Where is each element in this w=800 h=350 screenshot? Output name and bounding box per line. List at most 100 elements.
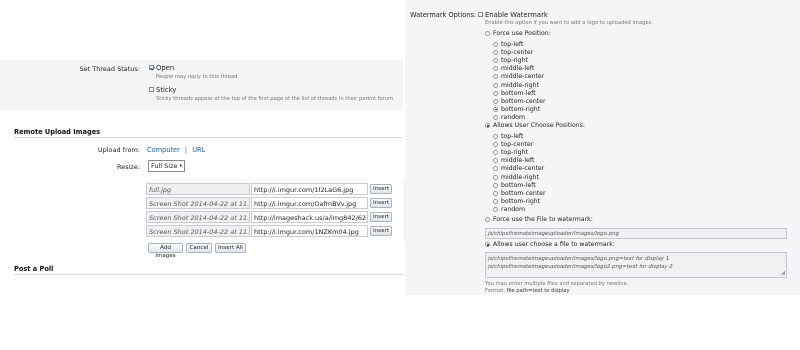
watermark-options-label: Watermark Options:	[410, 11, 477, 19]
position-label: bottom-right	[501, 197, 541, 205]
format-hint-value: file path=text to display	[506, 288, 570, 294]
position-label: random	[501, 205, 525, 213]
allow-file-label: Allows user choose a file to watermark:	[493, 241, 615, 248]
position-radio-bottom-center[interactable]	[493, 98, 498, 104]
position-radio-top-center[interactable]	[493, 142, 498, 148]
textarea-line: js/chipsf/remoteimageuploader/images/log…	[488, 264, 673, 270]
position-radio-bottom-left[interactable]	[493, 90, 498, 96]
position-label: middle-right	[501, 173, 539, 181]
position-label: bottom-center	[501, 97, 546, 105]
position-label: middle-center	[501, 165, 545, 173]
add-images-button[interactable]: Add Images	[148, 243, 183, 259]
position-label: bottom-center	[501, 189, 546, 197]
position-radio-top-right[interactable]	[493, 58, 498, 64]
upload-source-links: Computer | URL	[147, 146, 205, 154]
file-url-field[interactable]: http://imageshack.us/a/img842/6279/qk	[251, 211, 368, 223]
position-label: middle-center	[501, 73, 545, 81]
position-radio-middle-center[interactable]	[493, 166, 498, 172]
poll-header: Post a Poll	[14, 265, 54, 273]
position-label: bottom-left	[501, 89, 536, 97]
insert-button[interactable]: Insert	[370, 226, 392, 236]
position-radio-middle-center[interactable]	[493, 74, 498, 80]
position-label: bottom-left	[501, 181, 536, 189]
allow-choose-positions-radio[interactable]	[485, 123, 490, 128]
remote-upload-header: Remote Upload Images	[14, 128, 101, 136]
insert-all-button[interactable]: Insert All	[215, 243, 246, 253]
file-name-field[interactable]: Screen Shot 2014-04-22 at 11.03.59...	[146, 197, 250, 209]
top-blank	[0, 0, 403, 60]
position-label: top-center	[501, 49, 534, 57]
allow-choose-positions-label: Allows User Choose Positions:	[493, 122, 585, 129]
open-desc: People may reply to this thread	[156, 74, 238, 80]
format-hint: Format: file path=text to display	[485, 288, 570, 294]
enable-watermark-desc: Enable this option if you want to add a …	[485, 20, 653, 26]
force-file-input[interactable]: js/chipsf/remoteimageuploader/images/log…	[485, 228, 787, 239]
allow-file-radio[interactable]	[485, 242, 490, 247]
position-label: random	[501, 113, 525, 121]
position-radio-bottom-left[interactable]	[493, 182, 498, 188]
thread-status-label: Set Thread Status:	[79, 65, 140, 73]
chevron-down-icon: ▾	[179, 163, 182, 169]
sticky-checkbox[interactable]	[149, 87, 154, 92]
insert-button[interactable]: Insert	[370, 212, 392, 222]
position-label: bottom-right	[501, 105, 541, 113]
file-name-field[interactable]: full.jpg	[146, 183, 250, 195]
position-radio-middle-left[interactable]	[493, 158, 498, 164]
position-label: middle-right	[501, 81, 539, 89]
table-row: Screen Shot 2014-04-22 at 11.03.59... ht…	[146, 197, 408, 209]
position-radio-random[interactable]	[493, 114, 498, 120]
position-radio-random[interactable]	[493, 206, 498, 212]
position-label: top-left	[501, 41, 524, 48]
table-row: full.jpg http://i.imgur.com/1l2LaG6.jpg …	[146, 183, 408, 195]
computer-link[interactable]: Computer	[147, 146, 180, 154]
force-file-radio[interactable]	[485, 217, 490, 222]
url-link[interactable]: URL	[192, 146, 205, 154]
textarea-line: js/chipsf/remoteimageuploader/images/log…	[488, 256, 670, 262]
upload-from-label: Upload from:	[97, 146, 140, 154]
file-url-field[interactable]: http://i.imgur.com/1NZKm04.jpg	[251, 225, 368, 237]
position-radio-middle-left[interactable]	[493, 66, 498, 72]
force-position-label: Force use Position:	[493, 30, 551, 37]
file-name-field[interactable]: Screen Shot 2014-04-22 at 11.34.06...	[146, 225, 250, 237]
link-separator: |	[184, 146, 188, 154]
position-radio-middle-right[interactable]	[493, 174, 498, 180]
watermark-panel: Watermark Options: Enable Watermark Enab…	[405, 0, 800, 295]
position-label: top-left	[501, 133, 524, 140]
left-panel: Set Thread Status: Open People may reply…	[0, 0, 409, 290]
upload-table: full.jpg http://i.imgur.com/1l2LaG6.jpg …	[146, 181, 408, 242]
insert-button[interactable]: Insert	[370, 184, 392, 194]
open-checkbox[interactable]	[149, 65, 154, 70]
resize-label: Resize:	[116, 163, 140, 171]
position-label: top-right	[501, 57, 528, 65]
position-radio-top-left[interactable]	[493, 42, 498, 47]
position-radio-bottom-right[interactable]	[493, 106, 498, 112]
position-radio-middle-right[interactable]	[493, 82, 498, 88]
force-file-label: Force use the File to watermark:	[493, 216, 593, 223]
enable-watermark-label: Enable Watermark	[485, 11, 548, 19]
section-divider	[14, 137, 403, 138]
file-name-field[interactable]: Screen Shot 2014-04-22 at 11.33.45...	[146, 211, 250, 223]
position-radio-bottom-center[interactable]	[493, 190, 498, 196]
resize-select[interactable]: Full Size ▾	[148, 160, 185, 172]
resize-grip-icon[interactable]: ◢	[781, 269, 785, 277]
section-divider	[14, 274, 403, 275]
cancel-button[interactable]: Cancel	[186, 243, 212, 253]
force-position-radio[interactable]	[485, 31, 490, 36]
insert-button[interactable]: Insert	[370, 198, 392, 208]
file-url-field[interactable]: http://i.imgur.com/OafmBVv.jpg	[251, 197, 368, 209]
position-radio-bottom-right[interactable]	[493, 198, 498, 204]
allow-file-textarea[interactable]: js/chipsf/remoteimageuploader/images/log…	[485, 252, 787, 278]
open-label: Open	[156, 64, 175, 72]
file-url-field[interactable]: http://i.imgur.com/1l2LaG6.jpg	[251, 183, 368, 195]
position-radio-top-right[interactable]	[493, 150, 498, 156]
format-hint-prefix: Format:	[485, 288, 507, 294]
table-row: Screen Shot 2014-04-22 at 11.33.45... ht…	[146, 211, 408, 223]
position-radio-top-center[interactable]	[493, 50, 498, 56]
position-label: top-center	[501, 141, 534, 149]
multiple-files-hint: You mau enter multiple files and separat…	[485, 281, 629, 287]
sticky-label: Sticky	[156, 86, 177, 94]
position-label: middle-left	[501, 157, 535, 165]
position-radio-top-left[interactable]	[493, 134, 498, 139]
sticky-desc: Sticky threads appear at the top of the …	[156, 96, 394, 102]
enable-watermark-checkbox[interactable]	[478, 12, 483, 17]
